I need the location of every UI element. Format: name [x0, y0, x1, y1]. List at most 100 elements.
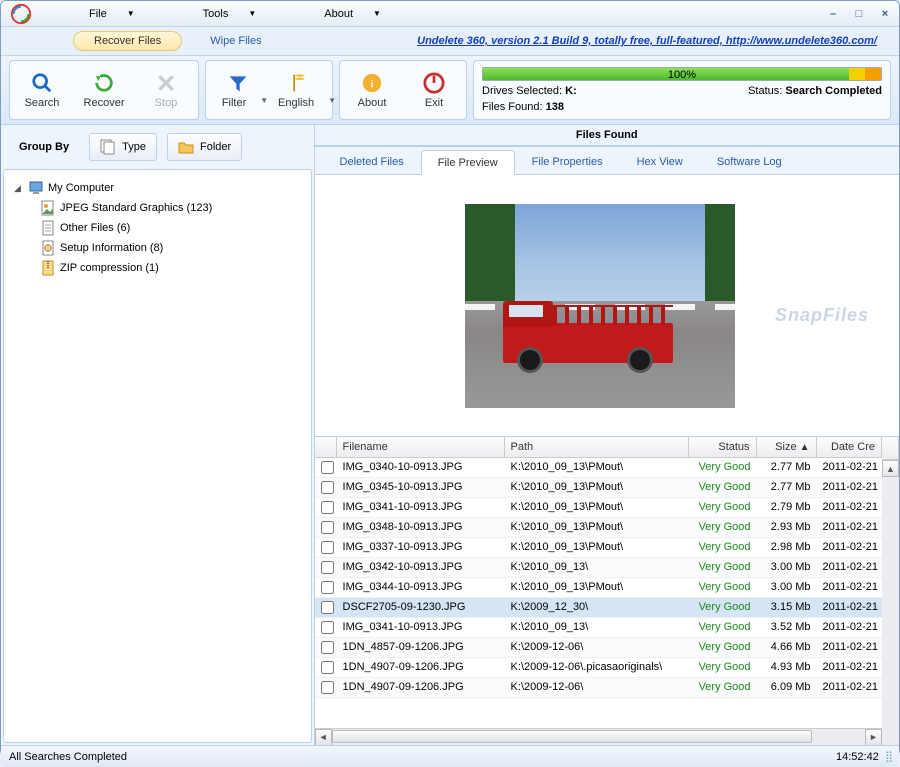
col-status[interactable]: Status — [689, 437, 757, 457]
table-row[interactable]: IMG_0345-10-0913.JPGK:\2010_09_13\PMout\… — [315, 478, 882, 498]
cell-status: Very Good — [689, 578, 757, 597]
groupby-folder-button[interactable]: Folder — [167, 133, 242, 161]
row-checkbox[interactable] — [321, 481, 334, 494]
cell-filename: 1DN_4857-09-1206.JPG — [337, 638, 505, 657]
table-row[interactable]: 1DN_4907-09-1206.JPGK:\2009-12-06\Very G… — [315, 678, 882, 698]
app-link[interactable]: Undelete 360, version 2.1 Build 9, total… — [290, 35, 887, 47]
row-checkbox[interactable] — [321, 621, 334, 634]
cell-filename: DSCF2705-09-1230.JPG — [337, 598, 505, 617]
cell-path: K:\2010_09_13\PMout\ — [505, 458, 689, 477]
tree-item[interactable]: Setup Information (8) — [8, 238, 307, 258]
top-tab-recover[interactable]: Recover Files — [73, 31, 182, 51]
cell-filename: IMG_0340-10-0913.JPG — [337, 458, 505, 477]
tab-deleted-files[interactable]: Deleted Files — [323, 149, 421, 174]
maximize-button[interactable]: □ — [851, 7, 867, 21]
menu-file[interactable]: File▼ — [85, 6, 139, 22]
col-filename[interactable]: Filename — [337, 437, 505, 457]
col-checkbox[interactable] — [315, 437, 337, 457]
tab-file-properties[interactable]: File Properties — [515, 149, 620, 174]
scroll-left-button[interactable]: ◄ — [315, 729, 332, 746]
tree-root[interactable]: ◢ My Computer — [8, 178, 307, 198]
table-row[interactable]: IMG_0340-10-0913.JPGK:\2010_09_13\PMout\… — [315, 458, 882, 478]
found-label: Files Found: — [482, 101, 543, 113]
resize-grip[interactable]: ⣿ — [885, 751, 891, 763]
chevron-down-icon: ▼ — [248, 9, 256, 18]
tab-hex-view[interactable]: Hex View — [620, 149, 700, 174]
found-value: 138 — [546, 101, 564, 113]
scroll-thumb[interactable] — [332, 730, 812, 743]
language-button[interactable]: English▼ — [270, 63, 330, 117]
tab-file-preview[interactable]: File Preview — [421, 150, 515, 175]
groupby-type-label: Type — [122, 141, 146, 153]
col-path[interactable]: Path — [505, 437, 689, 457]
close-button[interactable]: × — [877, 7, 893, 21]
cell-status: Very Good — [689, 538, 757, 557]
row-checkbox[interactable] — [321, 561, 334, 574]
cell-status: Very Good — [689, 598, 757, 617]
collapse-icon[interactable]: ◢ — [14, 183, 24, 194]
table-row[interactable]: IMG_0342-10-0913.JPGK:\2010_09_13\Very G… — [315, 558, 882, 578]
status-value: Search Completed — [785, 85, 882, 97]
row-checkbox[interactable] — [321, 681, 334, 694]
cell-filename: IMG_0344-10-0913.JPG — [337, 578, 505, 597]
table-row[interactable]: IMG_0341-10-0913.JPGK:\2010_09_13\PMout\… — [315, 498, 882, 518]
stop-label: Stop — [155, 97, 178, 109]
file-tree[interactable]: ◢ My Computer JPEG Standard Graphics (12… — [3, 169, 312, 743]
groupby-type-button[interactable]: Type — [89, 133, 157, 161]
cell-size: 4.93 Mb — [757, 658, 817, 677]
minimize-button[interactable]: – — [825, 7, 841, 21]
cell-size: 3.52 Mb — [757, 618, 817, 637]
cell-size: 6.09 Mb — [757, 678, 817, 697]
statusbar-message: All Searches Completed — [9, 751, 127, 763]
tab-software-log[interactable]: Software Log — [700, 149, 799, 174]
cell-size: 3.00 Mb — [757, 578, 817, 597]
row-checkbox[interactable] — [321, 581, 334, 594]
row-checkbox[interactable] — [321, 641, 334, 654]
cell-path: K:\2009-12-06\ — [505, 678, 689, 697]
filter-button[interactable]: Filter▼ — [208, 63, 268, 117]
row-checkbox[interactable] — [321, 541, 334, 554]
statusbar-time: 14:52:42 — [836, 751, 879, 763]
cell-size: 2.77 Mb — [757, 458, 817, 477]
recover-button[interactable]: Recover — [74, 63, 134, 117]
row-checkbox[interactable] — [321, 501, 334, 514]
computer-icon — [28, 180, 44, 196]
search-button[interactable]: Search — [12, 63, 72, 117]
table-row[interactable]: 1DN_4857-09-1206.JPGK:\2009-12-06\Very G… — [315, 638, 882, 658]
recover-label: Recover — [84, 97, 125, 109]
cell-path: K:\2010_09_13\PMout\ — [505, 538, 689, 557]
cell-date: 2011-02-21 — [817, 518, 882, 537]
table-row[interactable]: DSCF2705-09-1230.JPGK:\2009_12_30\Very G… — [315, 598, 882, 618]
table-row[interactable]: IMG_0341-10-0913.JPGK:\2010_09_13\Very G… — [315, 618, 882, 638]
exit-button[interactable]: Exit — [404, 63, 464, 117]
top-tab-wipe[interactable]: Wipe Files — [190, 32, 281, 50]
grid-body[interactable]: IMG_0340-10-0913.JPGK:\2010_09_13\PMout\… — [315, 458, 882, 728]
about-button[interactable]: iAbout — [342, 63, 402, 117]
table-row[interactable]: IMG_0348-10-0913.JPGK:\2010_09_13\PMout\… — [315, 518, 882, 538]
tree-item[interactable]: ZIP compression (1) — [8, 258, 307, 278]
tree-item[interactable]: JPEG Standard Graphics (123) — [8, 198, 307, 218]
filter-icon — [226, 71, 250, 95]
cell-path: K:\2010_09_13\ — [505, 558, 689, 577]
col-date[interactable]: Date Cre — [817, 437, 882, 457]
table-row[interactable]: IMG_0337-10-0913.JPGK:\2010_09_13\PMout\… — [315, 538, 882, 558]
info-icon: i — [360, 71, 384, 95]
status-label: Status: — [748, 85, 782, 97]
sidebar: Group By Type Folder ◢ My Computer JPEG … — [1, 125, 315, 745]
app-logo — [7, 3, 35, 25]
horizontal-scrollbar[interactable]: ◄ ► — [315, 728, 882, 745]
scroll-up-button[interactable]: ▲ — [882, 460, 899, 477]
menu-tools[interactable]: Tools▼ — [199, 6, 261, 22]
row-checkbox[interactable] — [321, 601, 334, 614]
table-row[interactable]: 1DN_4907-09-1206.JPGK:\2009-12-06\.picas… — [315, 658, 882, 678]
menu-about[interactable]: About▼ — [320, 6, 385, 22]
file-preview-pane: SnapFiles — [315, 175, 899, 437]
scroll-right-button[interactable]: ► — [865, 729, 882, 746]
tree-item[interactable]: Other Files (6) — [8, 218, 307, 238]
col-size[interactable]: Size ▲ — [757, 437, 817, 457]
row-checkbox[interactable] — [321, 461, 334, 474]
row-checkbox[interactable] — [321, 661, 334, 674]
vertical-scrollbar[interactable]: ▲ — [882, 437, 899, 745]
row-checkbox[interactable] — [321, 521, 334, 534]
table-row[interactable]: IMG_0344-10-0913.JPGK:\2010_09_13\PMout\… — [315, 578, 882, 598]
